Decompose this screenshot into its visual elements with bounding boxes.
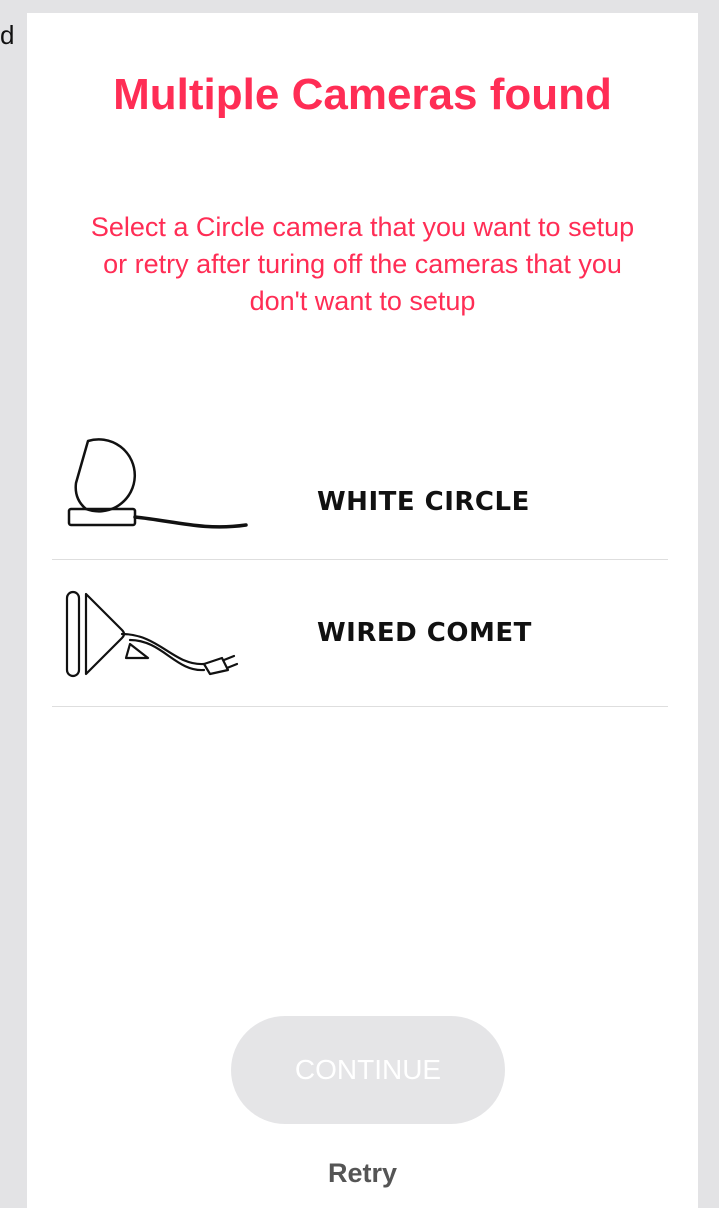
continue-button[interactable]: CONTINUE <box>231 1016 505 1124</box>
camera-list: WHITE CIRCLE WIRED COMET <box>52 413 668 707</box>
retry-link[interactable]: Retry <box>27 1158 698 1189</box>
wired-comet-camera-icon <box>65 590 239 678</box>
camera-selection-dialog: Multiple Cameras found Select a Circle c… <box>27 13 698 1208</box>
page-title: Multiple Cameras found <box>113 70 612 119</box>
page-subtitle: Select a Circle camera that you want to … <box>90 212 635 316</box>
background-text-fragment: d <box>0 20 15 50</box>
white-circle-camera-icon <box>67 438 248 529</box>
camera-label-white-circle: WHITE CIRCLE <box>317 487 530 517</box>
camera-option-wired-comet[interactable]: WIRED COMET <box>52 560 668 707</box>
camera-label-wired-comet: WIRED COMET <box>317 618 532 648</box>
camera-option-white-circle[interactable]: WHITE CIRCLE <box>52 413 668 560</box>
